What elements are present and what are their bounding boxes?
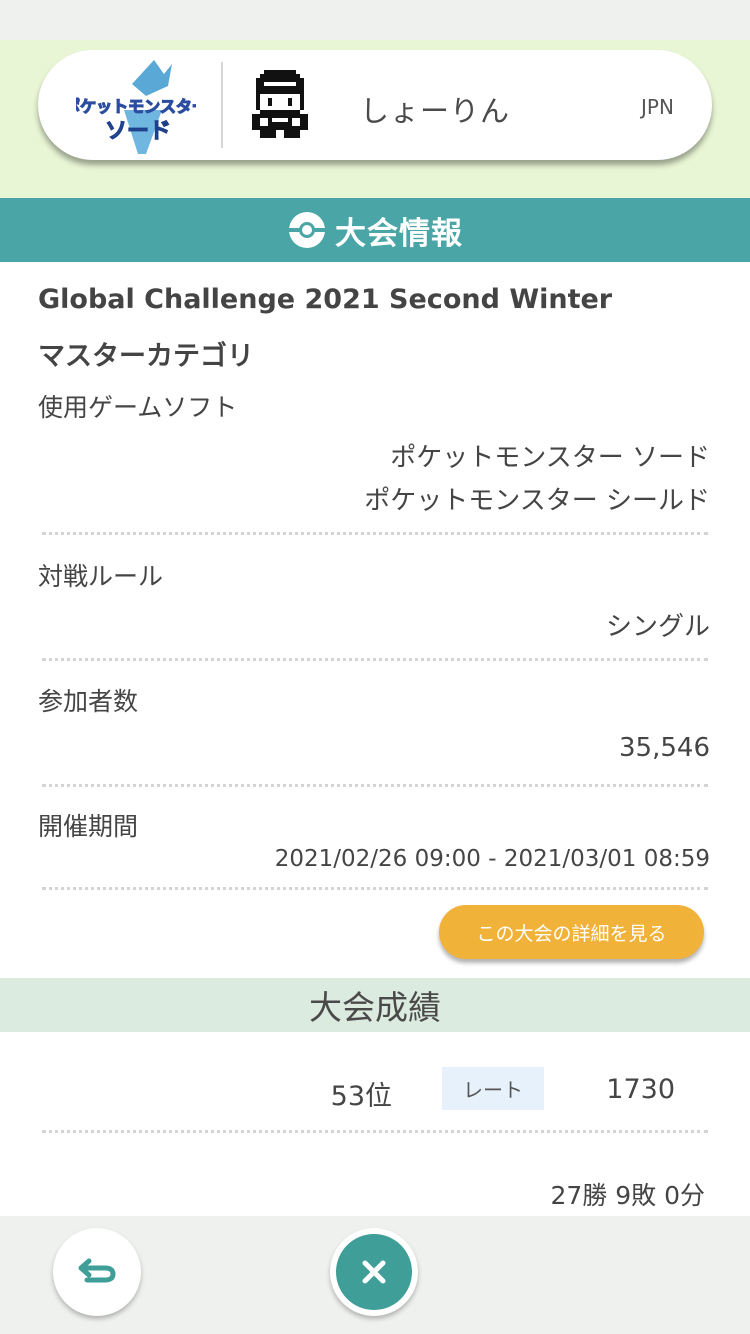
card-divider <box>221 62 223 148</box>
rank-value: 53位 <box>330 1081 392 1112</box>
status-bar <box>0 0 750 40</box>
rule-label: 対戦ルール <box>38 562 164 591</box>
game-logo: ポケットモンスター ソード <box>76 60 196 154</box>
logo-text-line1: ポケットモンスター <box>76 97 196 116</box>
close-icon <box>362 1260 386 1284</box>
back-button[interactable] <box>53 1228 141 1316</box>
period-value: 2021/02/26 09:00 - 2021/03/01 08:59 <box>274 846 710 872</box>
divider <box>42 784 708 787</box>
participants-label: 参加者数 <box>38 687 139 716</box>
win-loss-record: 27勝 9敗 0分 <box>550 1181 705 1210</box>
trainer-sprite-icon <box>252 70 308 138</box>
back-arrow-icon <box>78 1258 116 1283</box>
divider <box>42 532 708 535</box>
software-value-2: ポケットモンスター シールド <box>364 486 710 516</box>
rate-badge: レート <box>442 1067 544 1110</box>
logo-text-line2: ソード <box>105 119 171 144</box>
divider <box>42 658 708 661</box>
region-label: JPN <box>641 95 674 119</box>
close-button-circle[interactable] <box>336 1234 412 1310</box>
divider <box>42 1130 708 1133</box>
close-button[interactable] <box>330 1228 418 1316</box>
results-header: 大会成績 <box>0 978 750 1032</box>
rate-value: 1730 <box>606 1074 675 1105</box>
divider <box>42 887 708 890</box>
tournament-name: Global Challenge 2021 Second Winter <box>38 284 613 315</box>
software-value-1: ポケットモンスター ソード <box>390 443 710 473</box>
software-label: 使用ゲームソフト <box>38 393 238 422</box>
tournament-detail-button[interactable]: この大会の詳細を見る <box>439 905 704 959</box>
tournament-info-header: 大会情報 <box>0 198 750 262</box>
participants-value: 35,546 <box>619 733 710 763</box>
pokeball-icon <box>289 212 325 248</box>
profile-card: ポケットモンスター ソード しょーりん JPN <box>38 50 712 160</box>
player-name: しょーりん <box>360 94 511 128</box>
section-title: 大会情報 <box>335 215 463 252</box>
tournament-category: マスターカテゴリ <box>38 341 254 372</box>
period-label: 開催期間 <box>38 812 139 841</box>
rule-value: シングル <box>605 612 710 642</box>
